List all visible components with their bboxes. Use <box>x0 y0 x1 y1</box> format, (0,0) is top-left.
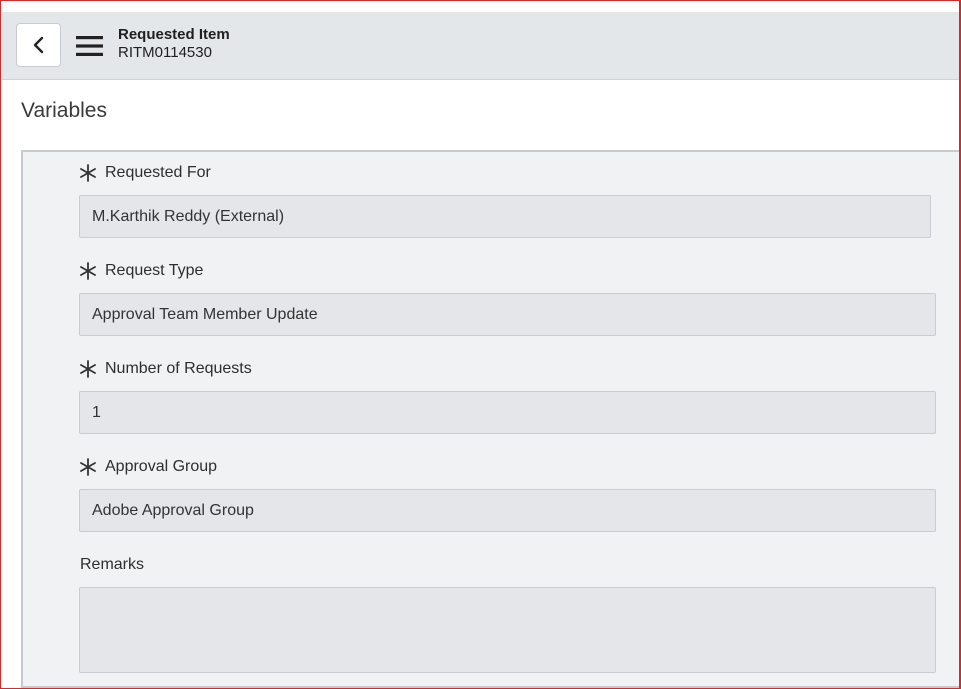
field-label-text: Number of Requests <box>105 360 252 377</box>
field-label-text: Requested For <box>105 164 211 181</box>
asterisk-icon <box>80 164 96 182</box>
request-type-label: Request Type <box>79 262 203 280</box>
remarks-label: Remarks <box>80 556 144 574</box>
menu-button[interactable] <box>75 34 105 58</box>
approval-group-field[interactable]: Adobe Approval Group <box>79 489 936 532</box>
request-type-field[interactable]: Approval Team Member Update <box>79 293 936 336</box>
remarks-textarea[interactable] <box>79 587 936 673</box>
section-title: Variables <box>21 99 107 122</box>
requested-for-label: Requested For <box>79 164 211 182</box>
asterisk-icon <box>80 458 96 476</box>
number-of-requests-field[interactable]: 1 <box>79 391 936 434</box>
asterisk-icon <box>80 262 96 280</box>
field-label-text: Request Type <box>105 262 204 279</box>
page-title: Requested Item <box>118 26 230 43</box>
requested-for-field[interactable]: M.Karthik Reddy (External) <box>79 195 931 238</box>
hamburger-menu-icon <box>76 36 103 56</box>
number-of-requests-label: Number of Requests <box>79 360 252 378</box>
back-button[interactable] <box>16 23 61 67</box>
header-bar: Requested Item RITM0114530 <box>2 12 959 80</box>
chevron-left-icon <box>33 36 43 54</box>
field-label-text: Remarks <box>80 556 145 573</box>
record-title: Requested Item RITM0114530 <box>118 26 230 62</box>
variables-panel: Requested For M.Karthik Reddy (External)… <box>21 150 959 688</box>
record-number: RITM0114530 <box>118 44 212 61</box>
field-label-text: Approval Group <box>105 458 218 475</box>
app-frame: Requested Item RITM0114530 Variables Req… <box>0 0 961 689</box>
approval-group-label: Approval Group <box>79 458 217 476</box>
asterisk-icon <box>80 360 96 378</box>
